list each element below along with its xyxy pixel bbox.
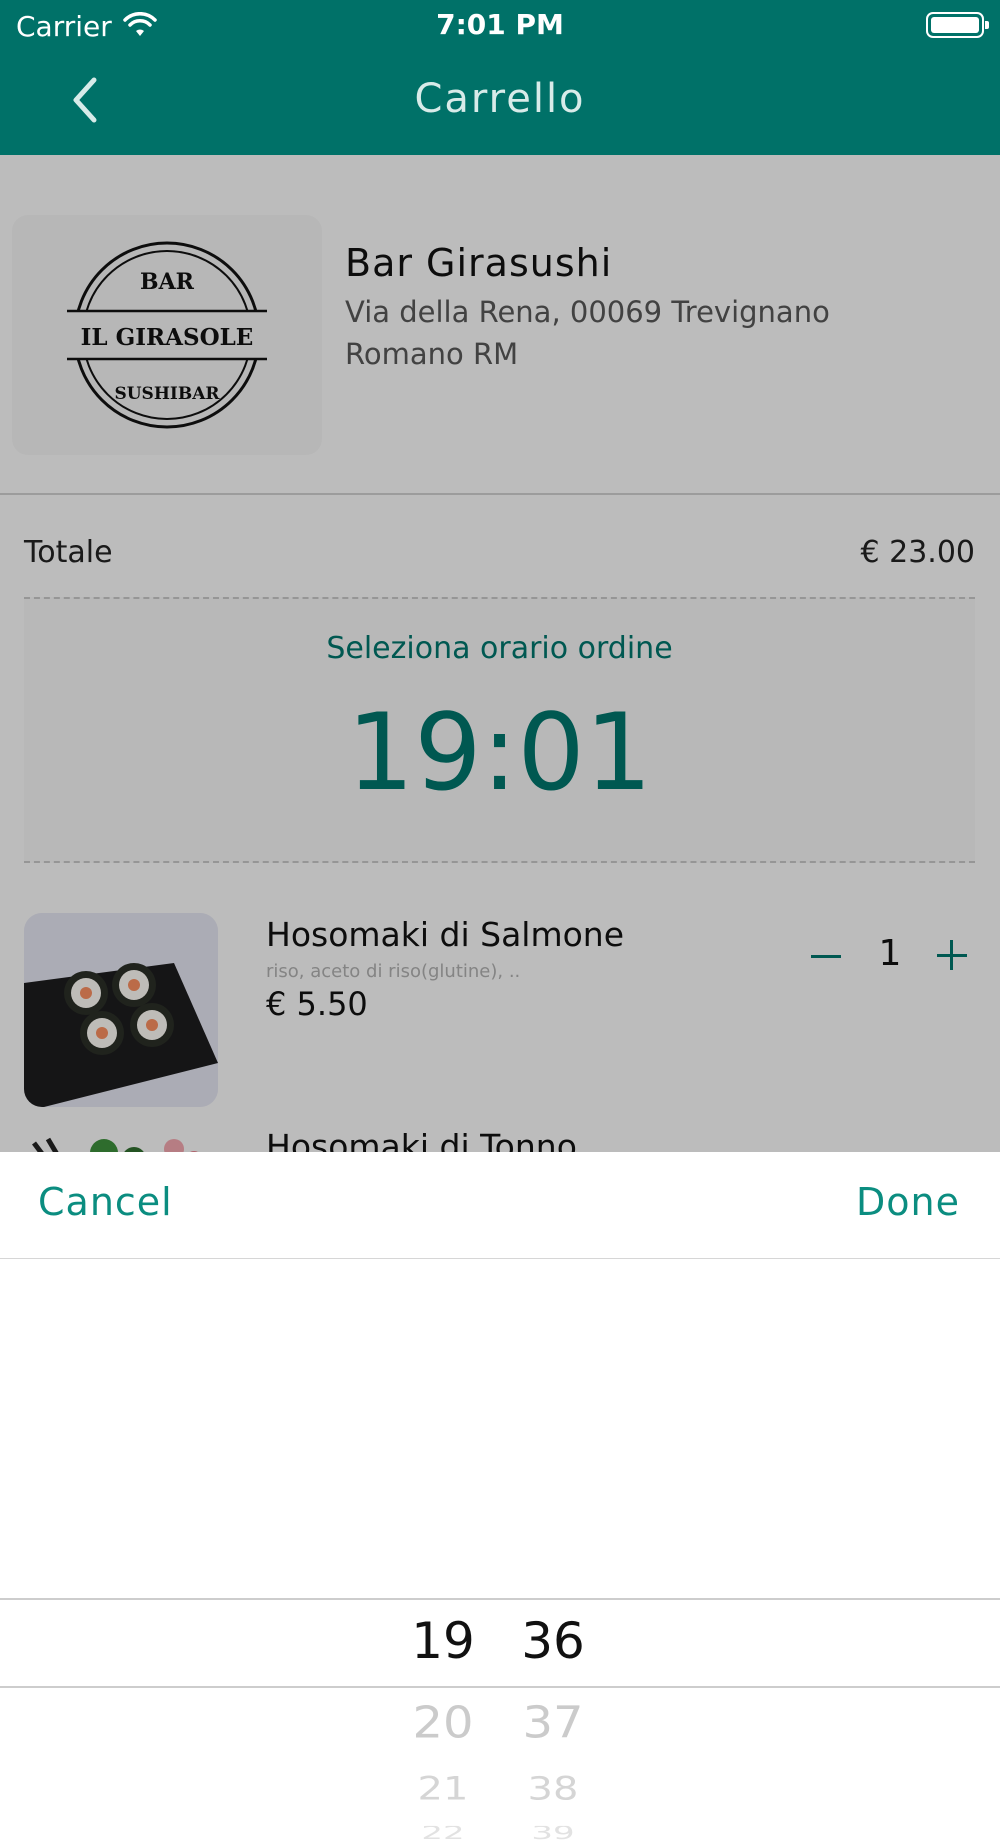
hour-option: 20 (412, 1697, 474, 1749)
time-picker: 19 20 21 22 36 37 38 39 (0, 1258, 1000, 1840)
minute-option: 38 (527, 1770, 579, 1808)
status-time: 7:01 PM (436, 8, 564, 41)
time-picker-sheet: Cancel Done 19 20 21 22 36 37 38 39 (0, 1152, 1000, 1840)
navigation-bar: Carrier 7:01 PM Carrello (0, 0, 1000, 155)
minute-option: 39 (531, 1825, 575, 1840)
battery-icon (926, 12, 989, 38)
modal-overlay[interactable] (0, 155, 1000, 1152)
hour-selected: 19 (411, 1612, 475, 1670)
page-title: Carrello (414, 76, 586, 122)
minute-selected: 36 (521, 1612, 585, 1670)
picker-toolbar: Cancel Done (0, 1152, 1000, 1259)
minute-option: 37 (522, 1697, 584, 1749)
cancel-button[interactable]: Cancel (38, 1180, 173, 1224)
hour-option: 21 (417, 1770, 469, 1808)
done-button[interactable]: Done (856, 1180, 960, 1224)
hour-option: 22 (421, 1825, 465, 1840)
picker-selection-indicator (0, 1598, 1000, 1688)
